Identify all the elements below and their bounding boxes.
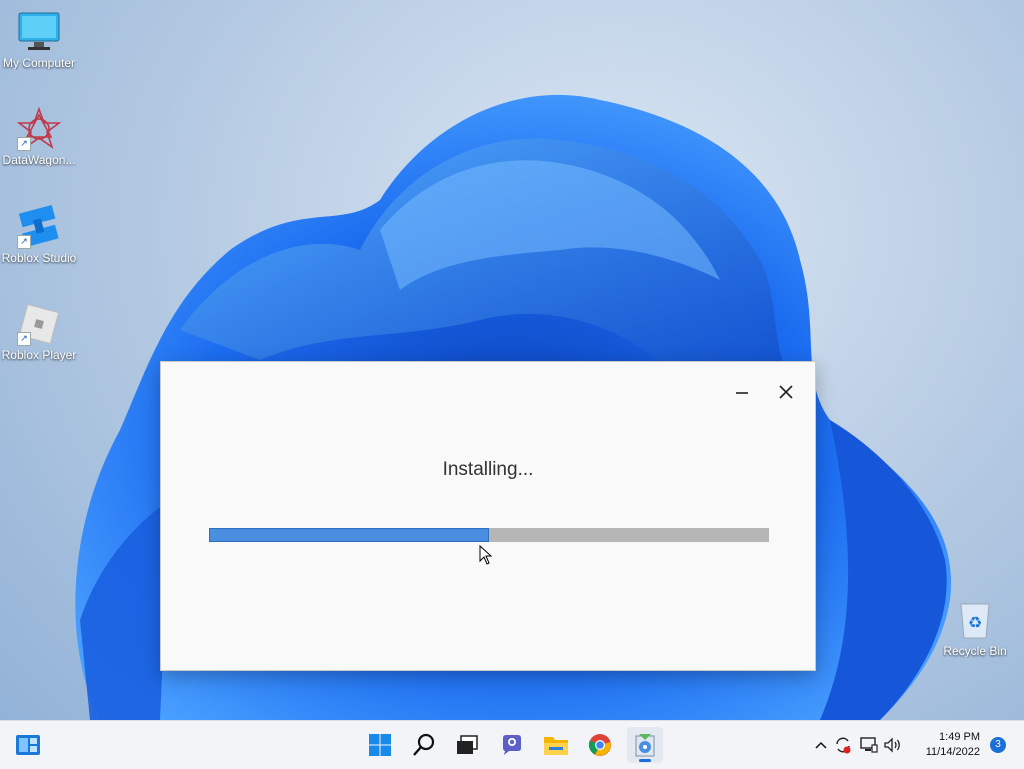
- svg-text:♻: ♻: [968, 613, 982, 632]
- volume-icon: [884, 737, 900, 753]
- shortcut-arrow-icon: ↗: [17, 137, 31, 151]
- chevron-up-icon: [815, 741, 827, 749]
- close-icon: [779, 385, 793, 399]
- install-status-text: Installing...: [442, 459, 534, 480]
- desktop-icon-datawagon[interactable]: ↗ DataWagon...: [0, 106, 78, 167]
- desktop-icon-roblox-studio[interactable]: ↗ Roblox Studio: [0, 204, 78, 265]
- desktop-icon-roblox-player[interactable]: ↗ Roblox Player: [0, 302, 78, 362]
- clock-time: 1:49 PM: [939, 731, 980, 743]
- task-view-icon: [457, 735, 478, 754]
- start-button[interactable]: [364, 729, 396, 761]
- sync-error-icon: [836, 737, 851, 754]
- active-indicator: [639, 759, 651, 762]
- desktop-icon-label: DataWagon...: [2, 153, 76, 167]
- desktop-icon-label: Recycle Bin: [943, 644, 1007, 658]
- shortcut-arrow-icon: ↗: [17, 332, 31, 346]
- network-icon: [860, 737, 878, 753]
- sync-status-button[interactable]: [830, 736, 856, 754]
- roblox-player-icon: ↗: [17, 302, 61, 346]
- chrome-icon: [588, 734, 611, 756]
- mouse-cursor-icon: [479, 545, 493, 565]
- installer-app-button[interactable]: [627, 727, 663, 763]
- close-button[interactable]: [771, 378, 801, 406]
- file-explorer-icon: [544, 737, 568, 755]
- teams-chat-icon: [503, 735, 521, 755]
- desktop-icon-recycle-bin[interactable]: ♻ Recycle Bin: [936, 598, 1014, 658]
- recycle-bin-icon: ♻: [953, 598, 997, 642]
- shortcut-arrow-icon: ↗: [17, 235, 31, 249]
- install-progress-bar: [209, 528, 769, 542]
- start-icon: [369, 734, 391, 756]
- clock-date: 11/14/2022: [925, 746, 980, 758]
- desktop-icon-label: Roblox Studio: [1, 251, 77, 265]
- taskbar-clock[interactable]: 1:49 PM 11/14/2022: [926, 730, 980, 760]
- minimize-button[interactable]: [727, 378, 757, 406]
- volume-button[interactable]: [882, 737, 904, 753]
- widgets-icon: [16, 735, 40, 755]
- show-hidden-icons-button[interactable]: [812, 741, 830, 749]
- installer-app-icon: [635, 734, 655, 757]
- notification-count-badge[interactable]: 3: [990, 737, 1006, 753]
- desktop-icon-label: Roblox Player: [1, 348, 77, 362]
- taskbar: 1:49 PM 11/14/2022 3: [0, 720, 1024, 769]
- computer-icon: [17, 10, 61, 54]
- desktop-icon-label: My Computer: [2, 56, 76, 70]
- chrome-button[interactable]: [584, 729, 616, 761]
- roblox-studio-icon: ↗: [17, 204, 61, 249]
- system-tray: [812, 721, 904, 769]
- search-icon: [413, 733, 435, 756]
- install-progress-fill: [209, 528, 489, 542]
- file-explorer-button[interactable]: [540, 729, 572, 761]
- widgets-button[interactable]: [12, 729, 44, 761]
- installer-window: Installing...: [160, 361, 816, 671]
- task-view-button[interactable]: [451, 729, 483, 761]
- teams-chat-button[interactable]: [496, 729, 528, 761]
- desktop-icon-my-computer[interactable]: My Computer: [0, 10, 78, 70]
- network-button[interactable]: [856, 737, 882, 753]
- datawagon-icon: ↗: [16, 106, 62, 151]
- minimize-icon: [736, 392, 748, 394]
- search-button[interactable]: [408, 729, 440, 761]
